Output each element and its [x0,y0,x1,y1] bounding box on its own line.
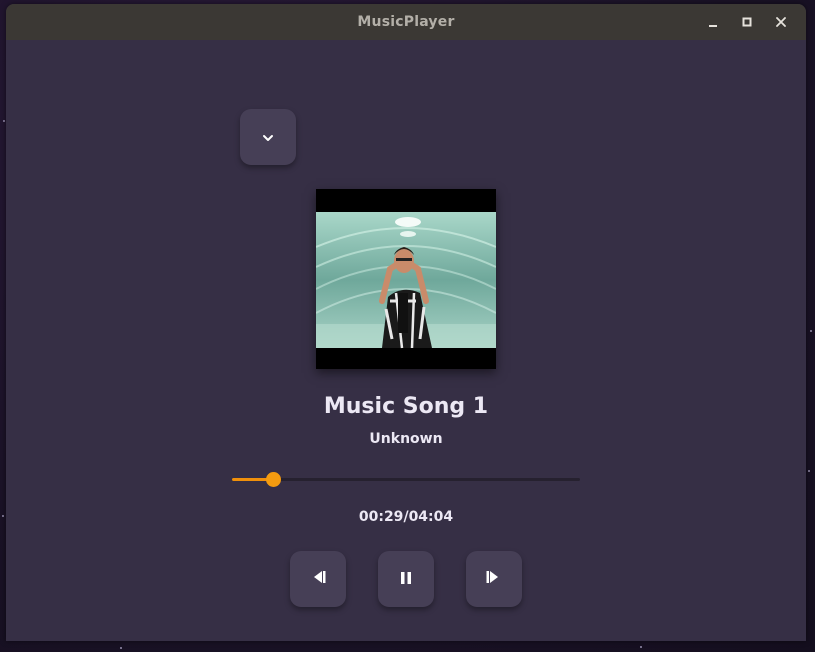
background-star [640,646,642,648]
collapse-button[interactable] [240,109,296,165]
album-art [316,189,496,369]
song-title: Music Song 1 [323,394,489,419]
background-star [3,120,5,122]
progress-track[interactable] [232,478,580,481]
player-view: Music Song 1 Unknown 00:29/04:04 [6,40,806,641]
minimize-button[interactable] [696,4,730,40]
progress-slider[interactable] [232,468,580,490]
window-controls [696,4,798,40]
app-window: MusicPlayer Music Song 1 Unknown 00:29/0… [6,4,806,641]
next-button[interactable] [466,551,522,607]
maximize-button[interactable] [730,4,764,40]
close-button[interactable] [764,4,798,40]
time-display: 00:29/04:04 [6,509,806,525]
playback-controls [290,551,522,607]
skip-next-icon [485,569,503,589]
progress-knob[interactable] [266,472,282,487]
close-icon [776,17,786,27]
song-artist: Unknown [369,431,443,447]
previous-button[interactable] [290,551,346,607]
chevron-down-icon [261,128,275,147]
window-title: MusicPlayer [357,14,455,30]
pause-button[interactable] [378,551,434,607]
background-star [810,330,812,332]
title-bar[interactable]: MusicPlayer [6,4,806,40]
current-time: 00:29 [358,509,404,525]
background-star [2,515,4,517]
maximize-icon [742,17,752,27]
background-star [120,647,122,649]
skip-previous-icon [309,569,327,589]
total-time: 04:04 [408,509,454,525]
background-star [808,470,810,472]
minimize-icon [708,17,718,27]
pause-icon [399,570,413,589]
